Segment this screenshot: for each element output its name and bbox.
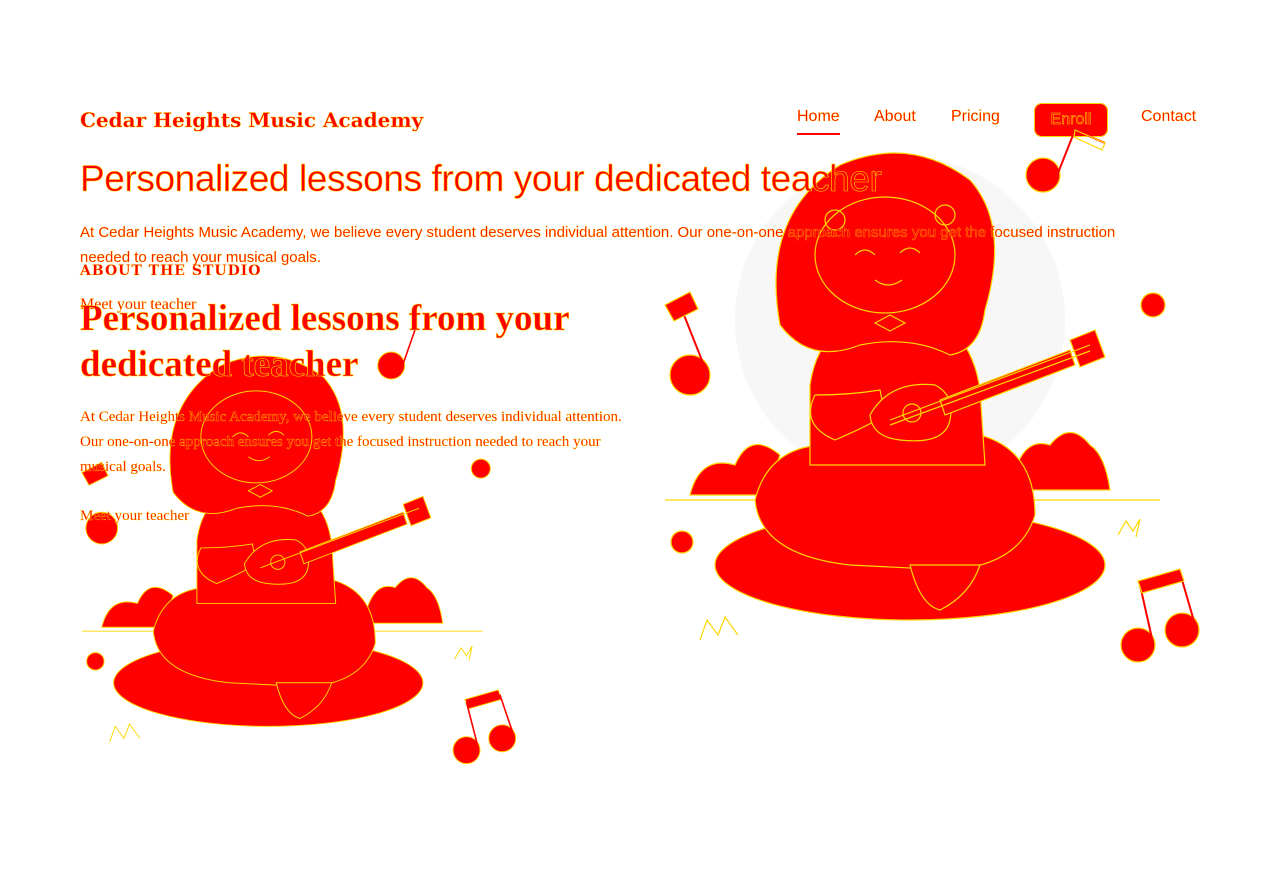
section-eyebrow: ABOUT THE STUDIO bbox=[80, 263, 262, 279]
about-heading: Personalized lessons from your dedicated… bbox=[80, 298, 569, 386]
music-note-icon bbox=[452, 689, 517, 765]
hero-heading: Personalized lessons from your dedicated… bbox=[80, 158, 882, 200]
about-description: At Cedar Heights Music Academy, we belie… bbox=[80, 409, 622, 475]
music-note-icon bbox=[664, 291, 711, 396]
meet-teacher-link[interactable]: Meet your teacher bbox=[80, 508, 189, 525]
music-note-icon bbox=[1120, 568, 1200, 663]
music-note-icon bbox=[1025, 128, 1106, 193]
site-title[interactable]: Cedar Heights Music Academy bbox=[80, 108, 424, 132]
